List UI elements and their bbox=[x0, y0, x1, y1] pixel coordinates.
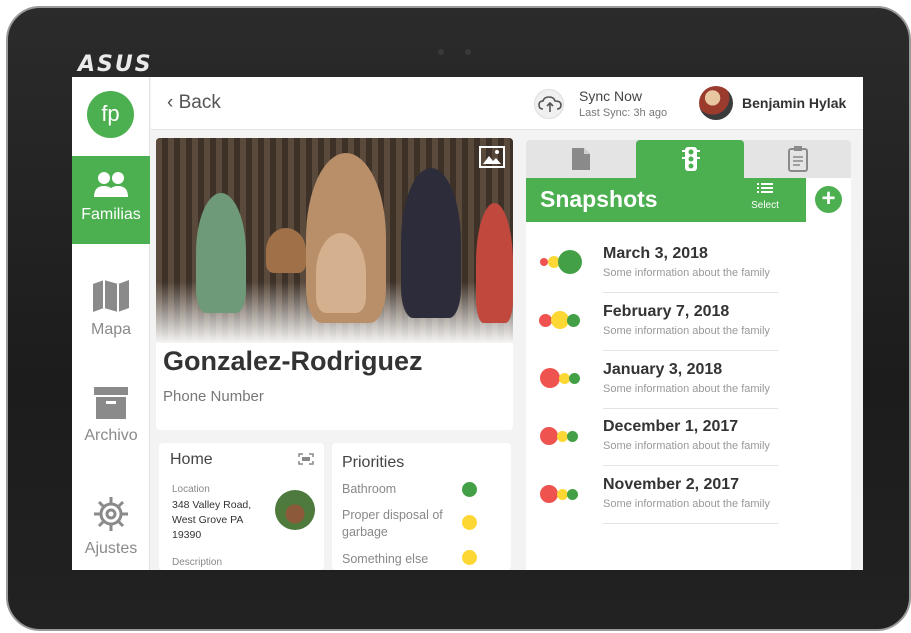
green-dot bbox=[567, 314, 580, 327]
family-card: Gonzalez-Rodriguez Phone Number bbox=[156, 138, 513, 430]
document-icon bbox=[572, 148, 590, 170]
red-dot bbox=[540, 427, 558, 445]
brand-logo: ASUS bbox=[78, 52, 153, 77]
sidebar: fp Familias Mapa Archivo Ajustes bbox=[72, 77, 150, 570]
back-label: Back bbox=[178, 92, 221, 113]
priority-item[interactable]: Bathroom bbox=[342, 481, 457, 498]
priority-item[interactable]: Something else bbox=[342, 551, 457, 568]
app-logo[interactable]: fp bbox=[87, 91, 134, 138]
last-sync-text: Last Sync: 3h ago bbox=[579, 107, 668, 119]
snapshot-info: Some information about the family bbox=[603, 498, 770, 510]
sync-button[interactable] bbox=[534, 89, 564, 119]
snapshot-date: December 1, 2017 bbox=[603, 418, 739, 435]
status-dots bbox=[539, 422, 599, 448]
person-shape bbox=[316, 233, 366, 313]
camera-dot bbox=[438, 49, 444, 55]
green-dot bbox=[558, 250, 582, 274]
red-dot bbox=[540, 485, 558, 503]
person-shape bbox=[196, 193, 246, 313]
family-photo[interactable] bbox=[156, 138, 513, 343]
house-photo[interactable] bbox=[275, 490, 315, 530]
clipboard-icon bbox=[788, 146, 808, 172]
sync-title[interactable]: Sync Now bbox=[579, 88, 642, 104]
tab-snapshots[interactable] bbox=[636, 140, 744, 178]
location-label: Location bbox=[172, 484, 210, 495]
detail-tabs bbox=[526, 140, 851, 178]
home-title: Home bbox=[170, 451, 213, 468]
status-dot bbox=[462, 550, 477, 565]
list-item[interactable]: January 3, 2018 Some information about t… bbox=[526, 351, 851, 409]
divider bbox=[603, 523, 778, 524]
traffic-light-icon bbox=[682, 147, 700, 171]
snapshot-info: Some information about the family bbox=[603, 383, 770, 395]
status-dots bbox=[539, 480, 599, 506]
person-shape bbox=[476, 203, 513, 323]
phone-number-label[interactable]: Phone Number bbox=[163, 388, 264, 405]
sidebar-item-mapa[interactable]: Mapa bbox=[72, 265, 150, 353]
status-dots bbox=[539, 365, 599, 391]
snapshot-info: Some information about the family bbox=[603, 267, 770, 279]
sidebar-item-familias[interactable]: Familias bbox=[72, 156, 150, 244]
app-screen: fp Familias Mapa Archivo Ajustes ‹ Back … bbox=[72, 77, 863, 570]
map-icon bbox=[93, 280, 129, 312]
list-item[interactable]: November 2, 2017 Some information about … bbox=[526, 466, 851, 524]
tab-documents[interactable] bbox=[526, 140, 634, 178]
family-name: Gonzalez-Rodriguez bbox=[163, 346, 423, 376]
snapshot-info: Some information about the family bbox=[603, 325, 770, 337]
person-shape bbox=[401, 168, 461, 318]
green-dot bbox=[567, 431, 578, 442]
snapshot-date: January 3, 2018 bbox=[603, 361, 723, 378]
red-dot bbox=[540, 368, 560, 388]
snapshot-date: November 2, 2017 bbox=[603, 476, 740, 493]
sidebar-item-ajustes[interactable]: Ajustes bbox=[72, 482, 150, 570]
green-dot bbox=[569, 373, 580, 384]
cloud-upload-icon bbox=[538, 96, 562, 112]
top-bar: ‹ Back Sync Now Last Sync: 3h ago Benjam… bbox=[151, 77, 863, 130]
chevron-left-icon: ‹ bbox=[167, 92, 174, 113]
status-dot bbox=[462, 515, 477, 530]
priorities-card: Priorities Bathroom Proper disposal of g… bbox=[332, 443, 511, 570]
select-label: Select bbox=[751, 200, 779, 211]
sidebar-item-archivo[interactable]: Archivo bbox=[72, 373, 150, 461]
sidebar-item-label: Ajustes bbox=[84, 540, 138, 557]
select-button[interactable]: Select bbox=[748, 183, 782, 211]
tab-surveys[interactable] bbox=[744, 140, 852, 178]
location-value: 348 Valley Road, West Grove PA 19390 bbox=[172, 499, 252, 541]
expand-icon[interactable] bbox=[298, 453, 314, 465]
priority-item[interactable]: Proper disposal of garbage bbox=[342, 507, 457, 541]
add-snapshot-button[interactable]: + bbox=[806, 178, 851, 222]
green-dot bbox=[567, 489, 578, 500]
image-icon[interactable] bbox=[479, 146, 505, 168]
avatar[interactable] bbox=[699, 86, 733, 120]
user-name[interactable]: Benjamin Hylak bbox=[742, 95, 846, 111]
person-shape bbox=[266, 228, 306, 273]
status-dot bbox=[462, 482, 477, 497]
snapshot-date: February 7, 2018 bbox=[603, 303, 730, 320]
description-label: Description bbox=[172, 557, 223, 568]
back-button[interactable]: ‹ Back bbox=[167, 92, 221, 114]
status-dots bbox=[539, 307, 599, 333]
snapshots-title: Snapshots bbox=[540, 186, 658, 212]
priorities-title: Priorities bbox=[342, 454, 405, 471]
snapshot-info: Some information about the family bbox=[603, 440, 770, 452]
gear-icon bbox=[94, 497, 128, 531]
archive-icon bbox=[94, 387, 128, 419]
snapshot-list: March 3, 2018 Some information about the… bbox=[526, 222, 851, 570]
status-dots bbox=[539, 249, 599, 275]
home-card: Home Location 348 Valley Road, West Grov… bbox=[159, 443, 324, 570]
plus-icon: + bbox=[815, 186, 842, 213]
snapshots-header: Snapshots Select + bbox=[526, 178, 851, 222]
list-icon bbox=[757, 183, 773, 193]
list-item[interactable]: December 1, 2017 Some information about … bbox=[526, 408, 851, 466]
sidebar-item-label: Archivo bbox=[84, 427, 138, 444]
sidebar-item-label: Mapa bbox=[90, 321, 132, 338]
red-dot bbox=[540, 258, 548, 266]
snapshot-date: March 3, 2018 bbox=[603, 245, 708, 262]
sidebar-item-label: Familias bbox=[81, 206, 141, 223]
list-item[interactable]: March 3, 2018 Some information about the… bbox=[526, 235, 851, 293]
sensor-dot bbox=[465, 49, 471, 55]
list-item[interactable]: February 7, 2018 Some information about … bbox=[526, 293, 851, 351]
users-icon bbox=[94, 172, 128, 197]
